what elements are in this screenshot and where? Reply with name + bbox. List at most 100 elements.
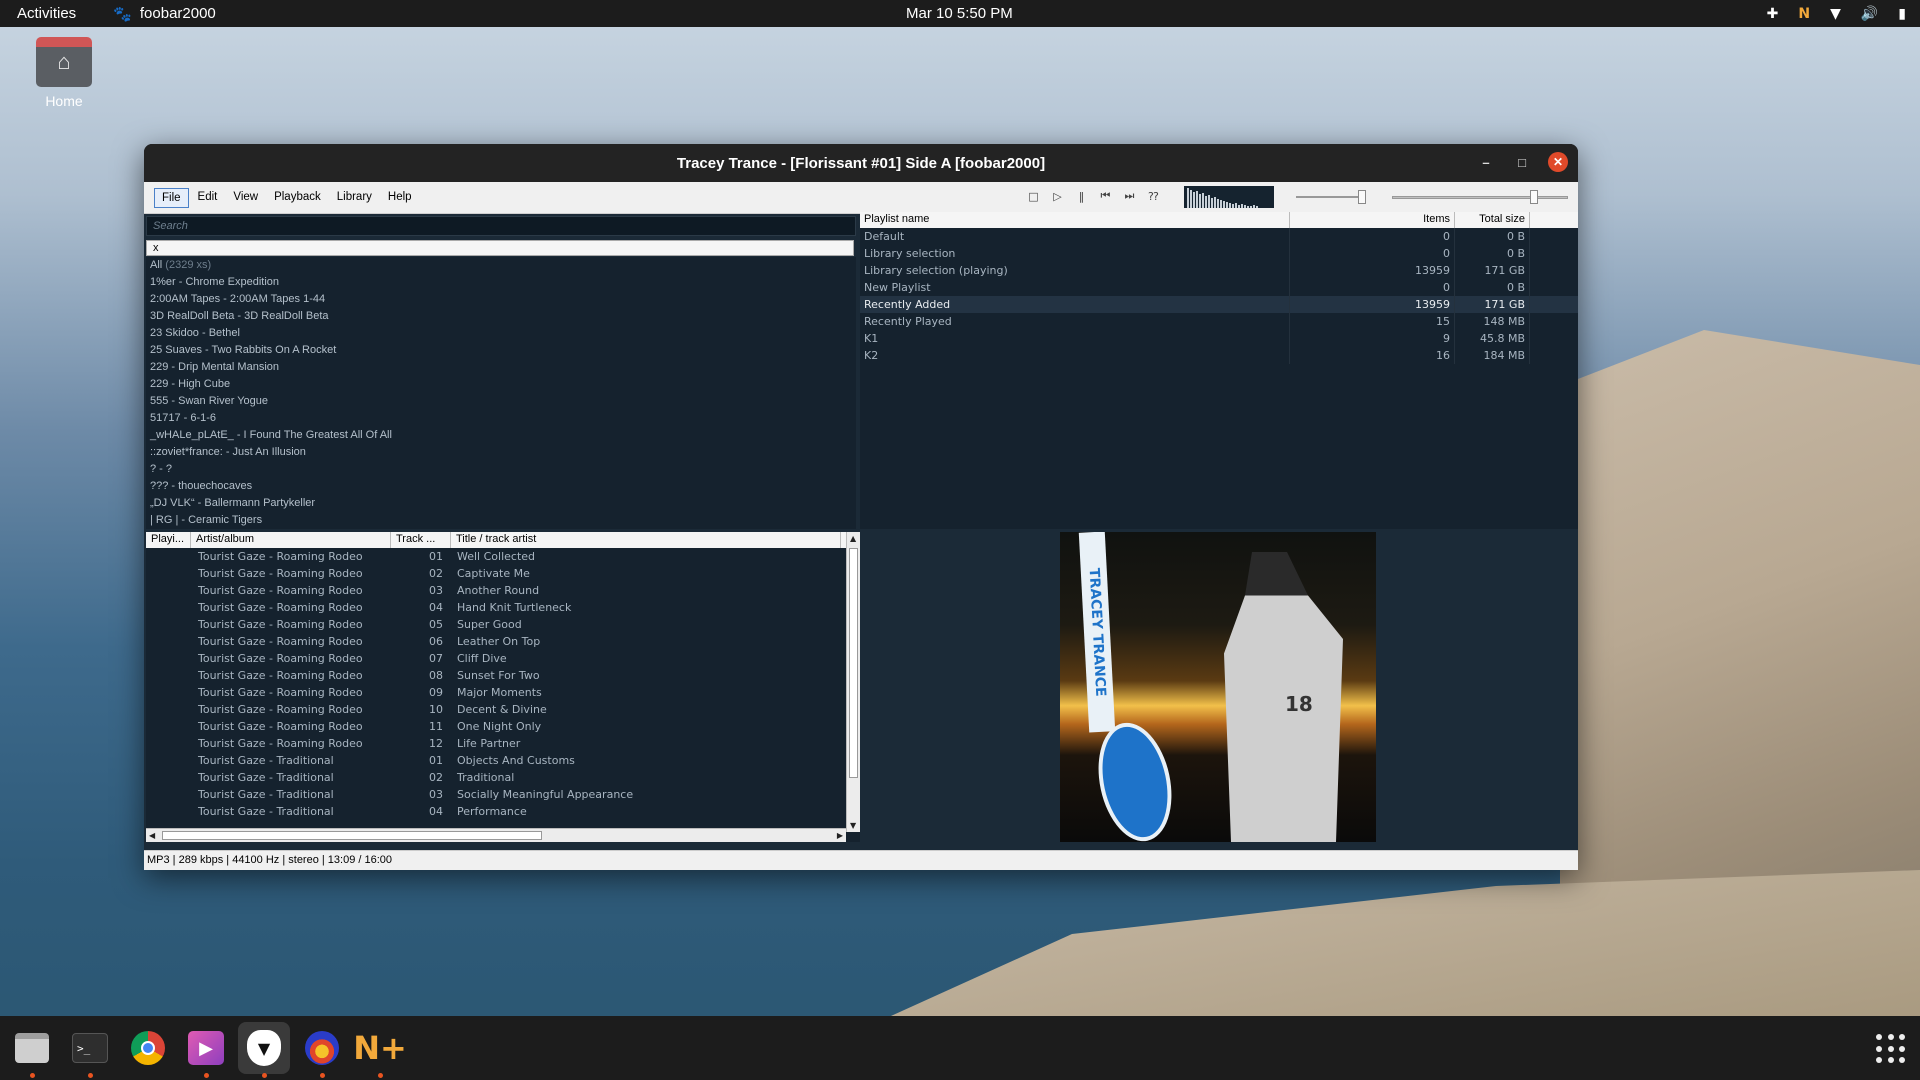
extension-icon[interactable]: ✚ — [1767, 6, 1779, 22]
close-icon[interactable]: ✕ — [1548, 152, 1568, 172]
stop-icon[interactable]: □ — [1024, 186, 1043, 206]
library-item[interactable]: 1%er - Chrome Expedition — [146, 274, 856, 291]
scroll-left-icon[interactable]: ◀ — [149, 831, 155, 840]
playlist-row[interactable]: Recently Played 15 148 MB — [860, 313, 1578, 330]
library-filter-field[interactable]: x — [146, 240, 854, 256]
library-item[interactable]: ::zoviet*france: - Just An Illusion — [146, 444, 856, 461]
menu-file[interactable]: File — [154, 187, 189, 208]
track-row[interactable]: Tourist Gaze - Roaming Rodeo 12 Life Partn… — [146, 735, 860, 752]
dock-audio-app[interactable] — [296, 1022, 348, 1078]
header-total-size[interactable]: Total size — [1455, 212, 1530, 228]
playlist-row[interactable]: Library selection 0 0 B — [860, 245, 1578, 262]
dock-notes-plus[interactable]: N+ — [353, 1022, 407, 1078]
volume-icon[interactable]: 🔊 — [1861, 6, 1878, 22]
app-menu[interactable]: 🐾 foobar2000 — [113, 5, 216, 23]
dock-files[interactable] — [6, 1022, 58, 1078]
cover-baseball-player — [1224, 552, 1343, 842]
wifi-icon[interactable]: ▼ — [1830, 6, 1841, 22]
track-row[interactable]: Tourist Gaze - Roaming Rodeo 10 Decent & D… — [146, 701, 860, 718]
seek-thumb[interactable] — [1530, 190, 1538, 204]
library-item[interactable]: 25 Suaves - Two Rabbits On A Rocket — [146, 342, 856, 359]
track-row[interactable]: Tourist Gaze - Roaming Rodeo 09 Major Mome… — [146, 684, 860, 701]
header-title[interactable]: Title / track artist — [451, 532, 841, 548]
scroll-down-icon[interactable]: ▼ — [850, 821, 856, 830]
track-row[interactable]: Tourist Gaze - Roaming Rodeo 08 Sunset For… — [146, 667, 860, 684]
menu-edit[interactable]: Edit — [191, 188, 225, 208]
play-icon[interactable]: ▷ — [1048, 186, 1067, 206]
playlist-row[interactable]: Default 0 0 B — [860, 228, 1578, 245]
library-item[interactable]: _wHALe_pLAtE_ - I Found The Greatest All… — [146, 427, 856, 444]
track-playing-cell — [146, 565, 191, 582]
track-vertical-scrollbar[interactable]: ▲ ▼ — [846, 532, 860, 832]
menu-playback[interactable]: Playback — [267, 188, 328, 208]
playlist-row[interactable]: K2 16 184 MB — [860, 347, 1578, 364]
dock-foobar2000[interactable]: ▼ — [238, 1022, 290, 1078]
library-item[interactable]: ??? - thouechocaves — [146, 478, 856, 495]
dock-chrome[interactable] — [122, 1022, 174, 1074]
track-row[interactable]: Tourist Gaze - Roaming Rodeo 04 Hand Knit … — [146, 599, 860, 616]
activities-button[interactable]: Activities — [17, 5, 76, 22]
playlist-row[interactable]: Library selection (playing) 13959 171 GB — [860, 262, 1578, 279]
track-row[interactable]: Tourist Gaze - Traditional 04 Performance — [146, 803, 860, 820]
random-icon[interactable]: ⁇ — [1144, 186, 1163, 206]
system-tray[interactable]: ✚ N ▼ 🔊 ▮ — [1767, 6, 1906, 22]
library-item[interactable]: | RG | - Ceramic Tigers — [146, 512, 856, 529]
library-item[interactable]: 229 - Drip Mental Mansion — [146, 359, 856, 376]
library-item[interactable]: 555 - Swan River Yogue — [146, 393, 856, 410]
playlist-row[interactable]: K1 9 45.8 MB — [860, 330, 1578, 347]
dock-terminal[interactable]: >_ — [64, 1022, 116, 1078]
track-artist-cell: Tourist Gaze - Roaming Rodeo — [198, 550, 363, 563]
header-items[interactable]: Items — [1290, 212, 1455, 228]
window-titlebar[interactable]: Tracey Trance - [Florissant #01] Side A … — [144, 144, 1578, 182]
library-item[interactable]: 3D RealDoll Beta - 3D RealDoll Beta — [146, 308, 856, 325]
scroll-right-icon[interactable]: ▶ — [837, 831, 843, 840]
library-all-row[interactable]: All (2329 xs) — [146, 257, 856, 274]
track-row[interactable]: Tourist Gaze - Roaming Rodeo 11 One Night … — [146, 718, 860, 735]
maximize-icon[interactable]: □ — [1512, 152, 1532, 172]
track-row[interactable]: Tourist Gaze - Roaming Rodeo 01 Well Colle… — [146, 548, 860, 565]
show-applications-icon[interactable] — [1876, 1034, 1906, 1064]
prev-icon[interactable]: ⏮ — [1096, 186, 1115, 206]
album-cover[interactable]: TRACEY TRANCE 18 — [1060, 532, 1376, 842]
header-track-number[interactable]: Track ... — [391, 532, 451, 548]
app-tray-icon[interactable]: N — [1798, 6, 1810, 22]
track-row[interactable]: Tourist Gaze - Roaming Rodeo 07 Cliff Dive — [146, 650, 860, 667]
track-horizontal-scrollbar[interactable]: ◀ ▶ — [146, 828, 846, 842]
minimize-icon[interactable]: – — [1476, 152, 1496, 172]
track-row[interactable]: Tourist Gaze - Roaming Rodeo 05 Super Good — [146, 616, 860, 633]
volume-slider[interactable] — [1296, 190, 1366, 204]
library-search-input[interactable]: Search — [146, 216, 856, 236]
playlist-row[interactable]: Recently Added 13959 171 GB — [860, 296, 1578, 313]
header-artist-album[interactable]: Artist/album — [191, 532, 391, 548]
volume-thumb[interactable] — [1358, 190, 1366, 204]
header-playing[interactable]: Playi... — [146, 532, 191, 548]
menu-view[interactable]: View — [226, 188, 265, 208]
playlist-row[interactable]: New Playlist 0 0 B — [860, 279, 1578, 296]
header-playlist-name[interactable]: Playlist name — [860, 212, 1290, 228]
track-row[interactable]: Tourist Gaze - Traditional 01 Objects And … — [146, 752, 860, 769]
track-row[interactable]: Tourist Gaze - Roaming Rodeo 02 Captivate … — [146, 565, 860, 582]
pause-icon[interactable]: ‖ — [1072, 186, 1091, 206]
battery-icon[interactable]: ▮ — [1898, 6, 1906, 22]
library-list[interactable]: All (2329 xs) 1%er - Chrome Expedition 2:… — [146, 257, 856, 529]
track-row[interactable]: Tourist Gaze - Traditional 02 Traditional — [146, 769, 860, 786]
seek-bar[interactable] — [1392, 190, 1568, 204]
clock[interactable]: Mar 10 5:50 PM — [906, 5, 1013, 22]
track-row[interactable]: Tourist Gaze - Roaming Rodeo 06 Leather On… — [146, 633, 860, 650]
library-item[interactable]: 2:00AM Tapes - 2:00AM Tapes 1-44 — [146, 291, 856, 308]
vertical-scroll-thumb[interactable] — [849, 548, 858, 778]
library-item[interactable]: ? - ? — [146, 461, 856, 478]
menu-library[interactable]: Library — [330, 188, 379, 208]
desktop-home-folder[interactable]: ⌂ Home — [34, 37, 94, 109]
dock-media-player[interactable]: ▶ — [180, 1022, 232, 1078]
track-row[interactable]: Tourist Gaze - Traditional 03 Socially Mea… — [146, 786, 860, 803]
library-item[interactable]: „DJ VLK“ - Ballermann Partykeller — [146, 495, 856, 512]
horizontal-scroll-thumb[interactable] — [162, 831, 542, 840]
track-row[interactable]: Tourist Gaze - Roaming Rodeo 03 Another Ro… — [146, 582, 860, 599]
library-item[interactable]: 23 Skidoo - Bethel — [146, 325, 856, 342]
library-item[interactable]: 229 - High Cube — [146, 376, 856, 393]
library-item[interactable]: 51717 - 6-1-6 — [146, 410, 856, 427]
next-icon[interactable]: ⏭ — [1120, 186, 1139, 206]
scroll-up-icon[interactable]: ▲ — [850, 534, 856, 543]
menu-help[interactable]: Help — [381, 188, 419, 208]
